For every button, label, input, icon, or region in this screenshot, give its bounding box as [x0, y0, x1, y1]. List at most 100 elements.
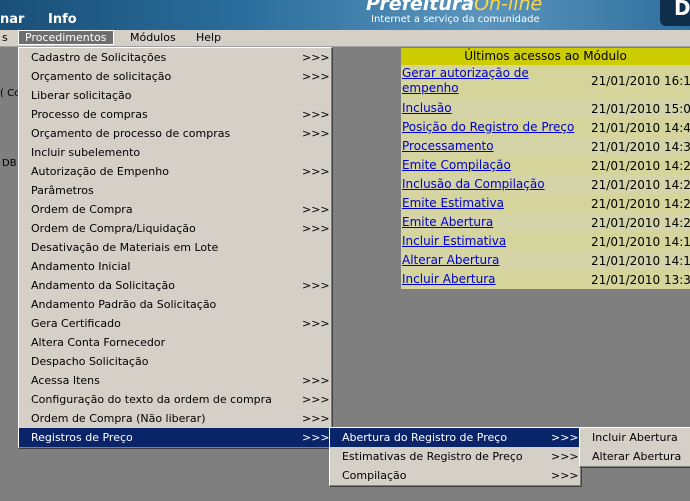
- logo-badge: D: [660, 0, 690, 26]
- recent-link[interactable]: Processamento: [402, 139, 494, 153]
- table-row: Incluir Abertura 21/01/2010 13:3: [401, 270, 690, 289]
- procedimentos-menu-item-label: Cadastro de Solicitações: [31, 51, 167, 64]
- procedimentos-menu-item-label: Despacho Solicitação: [31, 355, 149, 368]
- submenu-arrow-icon: >>>: [302, 431, 330, 444]
- procedimentos-menu-item[interactable]: Registros de Preço >>>: [19, 428, 331, 447]
- procedimentos-menu-item-label: Altera Conta Fornecedor: [31, 336, 166, 349]
- recent-time: 21/01/2010 14:1: [591, 254, 690, 268]
- submenu-arrow-icon: >>>: [302, 279, 330, 292]
- recent-time: 21/01/2010 14:4: [591, 121, 690, 135]
- logo-title: PrefeituraOn-line: [366, 0, 542, 15]
- procedimentos-menu-item-label: Orçamento de solicitação: [31, 70, 172, 83]
- procedimentos-menu-item[interactable]: Autorização de Empenho >>>: [19, 162, 331, 181]
- abertura-menu-item-label: Incluir Abertura: [592, 431, 678, 444]
- registros-preco-submenu: Abertura do Registro de Preço >>> Estimati…: [329, 427, 581, 486]
- procedimentos-menu-item[interactable]: Desativação de Materiais em Lote: [19, 238, 331, 257]
- menu-help[interactable]: Help: [190, 30, 227, 45]
- recent-link[interactable]: Gerar autorização de empenho: [402, 66, 572, 96]
- registros-menu-item[interactable]: Compilação >>>: [330, 466, 580, 485]
- procedimentos-menu-item-label: Ordem de Compra: [31, 203, 133, 216]
- submenu-arrow-icon: >>>: [302, 165, 330, 178]
- registros-menu-item-label: Compilação: [342, 469, 407, 482]
- abertura-menu-item-label: Alterar Abertura: [592, 450, 682, 463]
- recent-link[interactable]: Emite Compilação: [402, 158, 511, 172]
- procedimentos-menu-item[interactable]: Andamento Inicial: [19, 257, 331, 276]
- procedimentos-menu-item[interactable]: Andamento da Solicitação >>>: [19, 276, 331, 295]
- recent-link[interactable]: Emite Estimativa: [402, 196, 504, 210]
- registros-menu-item-label: Estimativas de Registro de Preço: [342, 450, 523, 463]
- recent-time: 21/01/2010 13:3: [591, 273, 690, 287]
- menu-procedimentos[interactable]: Procedimentos: [18, 30, 114, 45]
- submenu-arrow-icon: >>>: [302, 203, 330, 216]
- procedimentos-menu-item[interactable]: Parâmetros: [19, 181, 331, 200]
- registros-menu-item[interactable]: Estimativas de Registro de Preço >>>: [330, 447, 580, 466]
- procedimentos-menu-item-label: Desativação de Materiais em Lote: [31, 241, 219, 254]
- logo-subtitle: Internet a serviço da comunidade: [371, 14, 540, 25]
- logo-title-main: Prefeitura: [366, 0, 475, 15]
- procedimentos-menu-item-label: Gera Certificado: [31, 317, 121, 330]
- procedimentos-menu-item[interactable]: Cadastro de Solicitações >>>: [19, 48, 331, 67]
- recent-access-table: Últimos acessos ao Módulo Gerar autoriza…: [401, 48, 690, 289]
- submenu-arrow-icon: >>>: [551, 450, 579, 463]
- table-row: Processamento 21/01/2010 14:3: [401, 137, 690, 156]
- procedimentos-menu-item[interactable]: Acessa Itens >>>: [19, 371, 331, 390]
- recent-time: 21/01/2010 14:3: [591, 140, 690, 154]
- procedimentos-menu-item-label: Ordem de Compra (Não liberar): [31, 412, 206, 425]
- table-row: Inclusão 21/01/2010 15:0: [401, 99, 690, 118]
- table-row: Incluir Estimativa 21/01/2010 14:1: [401, 232, 690, 251]
- recent-time: 21/01/2010 14:2: [591, 159, 690, 173]
- menu-modulos[interactable]: Módulos: [124, 30, 182, 45]
- procedimentos-menu-item-label: Andamento da Solicitação: [31, 279, 175, 292]
- abertura-menu-item[interactable]: Alterar Abertura: [580, 447, 690, 466]
- procedimentos-menu-item[interactable]: Despacho Solicitação: [19, 352, 331, 371]
- procedimentos-menu-item[interactable]: Ordem de Compra (Não liberar) >>>: [19, 409, 331, 428]
- procedimentos-menu-item[interactable]: Gera Certificado >>>: [19, 314, 331, 333]
- procedimentos-menu-item-label: Processo de compras: [31, 108, 148, 121]
- submenu-arrow-icon: >>>: [302, 222, 330, 235]
- recent-link[interactable]: Emite Abertura: [402, 215, 493, 229]
- submenu-arrow-icon: >>>: [302, 412, 330, 425]
- recent-time: 21/01/2010 16:1: [591, 74, 690, 88]
- registros-menu-item-label: Abertura do Registro de Preço: [342, 431, 508, 444]
- recent-link[interactable]: Incluir Estimativa: [402, 234, 506, 248]
- recent-time: 21/01/2010 15:0: [591, 102, 690, 116]
- procedimentos-menu-item-label: Acessa Itens: [31, 374, 100, 387]
- top-nav-item[interactable]: nar: [0, 12, 24, 27]
- procedimentos-menu-item-label: Configuração do texto da ordem de compra: [31, 393, 272, 406]
- top-nav-info[interactable]: Info: [48, 12, 77, 27]
- table-row: Emite Compilação 21/01/2010 14:2: [401, 156, 690, 175]
- menu-bar: s Procedimentos Módulos Help: [0, 30, 690, 47]
- procedimentos-menu-item[interactable]: Ordem de Compra/Liquidação >>>: [19, 219, 331, 238]
- submenu-arrow-icon: >>>: [302, 374, 330, 387]
- menu-item-partial[interactable]: s: [0, 30, 14, 45]
- recent-link[interactable]: Incluir Abertura: [402, 272, 496, 286]
- recent-time: 21/01/2010 14:2: [591, 197, 690, 211]
- procedimentos-menu-item-label: Liberar solicitação: [31, 89, 132, 102]
- recent-link[interactable]: Alterar Abertura: [402, 253, 499, 267]
- procedimentos-menu-item-label: Autorização de Empenho: [31, 165, 169, 178]
- procedimentos-menu-item-label: Orçamento de processo de compras: [31, 127, 231, 140]
- procedimentos-menu-item[interactable]: Incluir subelemento: [19, 143, 331, 162]
- left-fragment: DB: [2, 158, 17, 169]
- procedimentos-menu-item[interactable]: Processo de compras >>>: [19, 105, 331, 124]
- procedimentos-menu-item-label: Andamento Inicial: [31, 260, 131, 273]
- recent-link[interactable]: Inclusão: [402, 101, 452, 115]
- procedimentos-menu-item[interactable]: Liberar solicitação: [19, 86, 331, 105]
- recent-link[interactable]: Inclusão da Compilação: [402, 177, 545, 191]
- abertura-menu-item[interactable]: Incluir Abertura: [580, 428, 690, 447]
- procedimentos-menu-item[interactable]: Orçamento de solicitação >>>: [19, 67, 331, 86]
- registros-menu-item[interactable]: Abertura do Registro de Preço >>>: [330, 428, 580, 447]
- procedimentos-menu-item-label: Incluir subelemento: [31, 146, 141, 159]
- recent-link[interactable]: Posição do Registro de Preço: [402, 120, 574, 134]
- table-row: Emite Estimativa 21/01/2010 14:2: [401, 194, 690, 213]
- table-row: Emite Abertura 21/01/2010 14:2: [401, 213, 690, 232]
- table-row: Gerar autorização de empenho 21/01/2010 …: [401, 65, 690, 99]
- submenu-arrow-icon: >>>: [302, 127, 330, 140]
- submenu-arrow-icon: >>>: [551, 431, 579, 444]
- procedimentos-menu-item[interactable]: Configuração do texto da ordem de compra…: [19, 390, 331, 409]
- procedimentos-menu-item[interactable]: Andamento Padrão da Solicitação: [19, 295, 331, 314]
- procedimentos-menu-item[interactable]: Altera Conta Fornecedor: [19, 333, 331, 352]
- procedimentos-menu-item[interactable]: Ordem de Compra >>>: [19, 200, 331, 219]
- submenu-arrow-icon: >>>: [302, 317, 330, 330]
- procedimentos-menu-item[interactable]: Orçamento de processo de compras >>>: [19, 124, 331, 143]
